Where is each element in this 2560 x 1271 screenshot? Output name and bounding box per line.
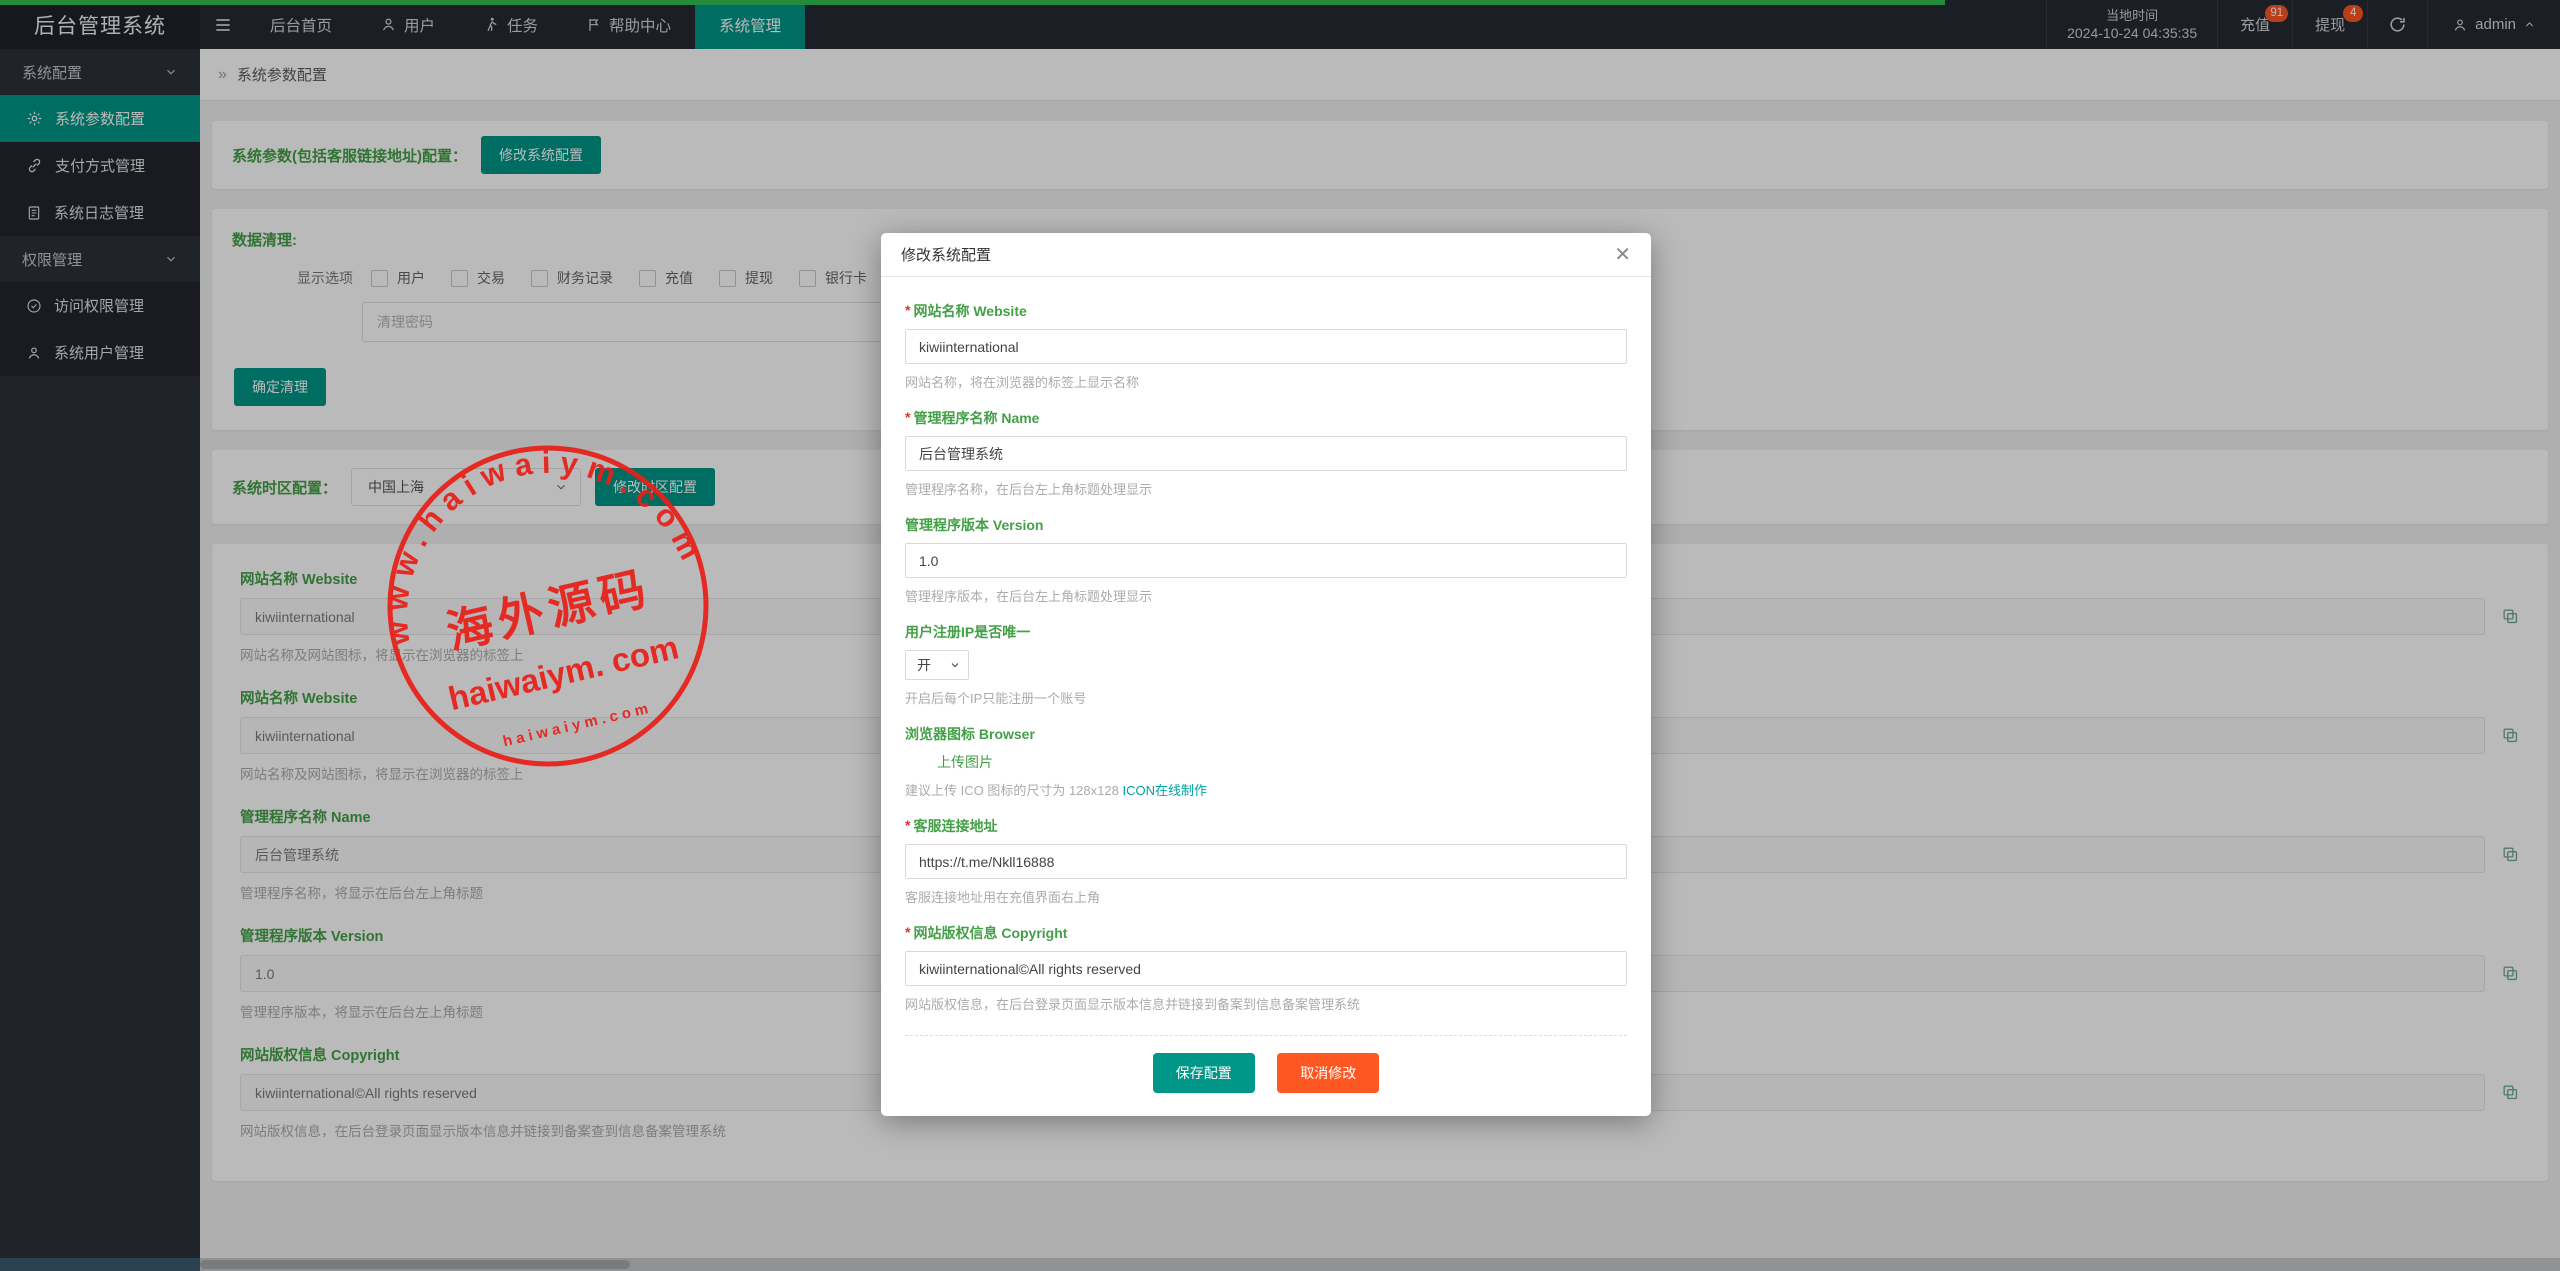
modal-field-website: *网站名称 Website 网站名称，将在浏览器的标签上显示名称 (905, 301, 1627, 391)
modal-field-ip-unique: 用户注册IP是否唯一 开 开启后每个IP只能注册一个账号 (905, 622, 1627, 707)
modal-body: *网站名称 Website 网站名称，将在浏览器的标签上显示名称 *管理程序名称… (881, 277, 1651, 1116)
upload-image-link[interactable]: 上传图片 (937, 752, 993, 772)
required-asterisk: * (905, 409, 910, 425)
admin-screen: 后台管理系统 后台首页 用户 任务 帮助中心 系统管理 当地时间 2024-10 (0, 0, 2560, 1271)
ip-unique-value: 开 (917, 655, 931, 675)
modal-field-browser-icon: 浏览器图标 Browser 上传图片 建议上传 ICO 图标的尺寸为 128x1… (905, 724, 1627, 799)
modal-field-admin-name: *管理程序名称 Name 管理程序名称，在后台左上角标题处理显示 (905, 408, 1627, 498)
modal-field-service-url: *客服连接地址 客服连接地址用在充值界面右上角 (905, 816, 1627, 906)
modal-copyright-input[interactable] (905, 951, 1627, 986)
modal-title: 修改系统配置 (901, 244, 991, 265)
close-icon[interactable]: ✕ (1614, 245, 1631, 265)
required-asterisk: * (905, 924, 910, 940)
icon-maker-link[interactable]: ICON在线制作 (1122, 783, 1207, 798)
ip-unique-select[interactable]: 开 (905, 650, 969, 680)
required-asterisk: * (905, 817, 910, 833)
modify-config-modal: 修改系统配置 ✕ *网站名称 Website 网站名称，将在浏览器的标签上显示名… (881, 233, 1651, 1116)
modal-field-version: 管理程序版本 Version 管理程序版本，在后台左上角标题处理显示 (905, 515, 1627, 605)
modal-footer: 保存配置 取消修改 (905, 1035, 1627, 1116)
modal-field-copyright: *网站版权信息 Copyright 网站版权信息，在后台登录页面显示版本信息并链… (905, 923, 1627, 1013)
modal-version-input[interactable] (905, 543, 1627, 578)
modal-website-input[interactable] (905, 329, 1627, 364)
modal-service-url-input[interactable] (905, 844, 1627, 879)
cancel-modify-button[interactable]: 取消修改 (1277, 1053, 1379, 1093)
save-config-button[interactable]: 保存配置 (1153, 1053, 1255, 1093)
chevron-down-icon (949, 659, 961, 671)
modal-header: 修改系统配置 ✕ (881, 233, 1651, 277)
required-asterisk: * (905, 302, 910, 318)
modal-admin-name-input[interactable] (905, 436, 1627, 471)
